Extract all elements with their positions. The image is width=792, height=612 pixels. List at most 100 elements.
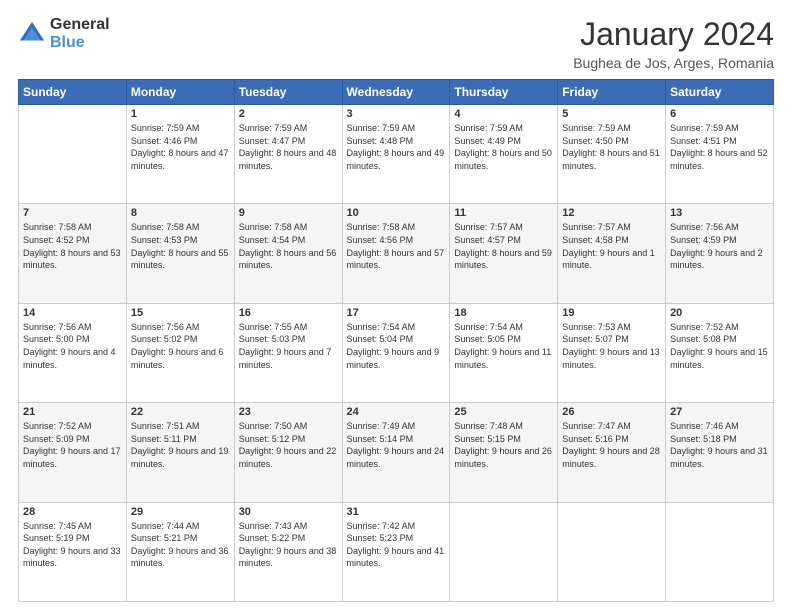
- logo-blue-text: Blue: [50, 34, 110, 52]
- location: Bughea de Jos, Arges, Romania: [573, 55, 774, 71]
- calendar-cell: 21 Sunrise: 7:52 AMSunset: 5:09 PMDayligh…: [19, 403, 127, 502]
- day-number: 2: [239, 108, 338, 120]
- day-number: 15: [131, 307, 230, 319]
- day-info: Sunrise: 7:54 AMSunset: 5:05 PMDaylight:…: [454, 321, 553, 371]
- logo-general-text: General: [50, 16, 110, 34]
- calendar-cell: 31 Sunrise: 7:42 AMSunset: 5:23 PMDayligh…: [342, 502, 450, 601]
- calendar-cell: 22 Sunrise: 7:51 AMSunset: 5:11 PMDayligh…: [126, 403, 234, 502]
- week-row-3: 14Sunrise: 7:56 AMSunset: 5:00 PMDayligh…: [19, 303, 774, 402]
- calendar-cell: 2Sunrise: 7:59 AMSunset: 4:47 PMDaylight…: [234, 105, 342, 204]
- day-info: Sunrise: 7:50 AMSunset: 5:12 PMDaylight:…: [239, 420, 338, 470]
- day-info: Sunrise: 7:54 AMSunset: 5:04 PMDaylight:…: [347, 321, 446, 371]
- day-number: 7: [23, 207, 122, 219]
- day-number: 19: [562, 307, 661, 319]
- day-info: Sunrise: 7:59 AMSunset: 4:51 PMDaylight:…: [670, 122, 769, 172]
- day-number: 3: [347, 108, 446, 120]
- day-number: 13: [670, 207, 769, 219]
- weekday-header-sunday: Sunday: [19, 80, 127, 105]
- week-row-4: 21 Sunrise: 7:52 AMSunset: 5:09 PMDayligh…: [19, 403, 774, 502]
- day-number: 20: [670, 307, 769, 319]
- day-number: 6: [670, 108, 769, 120]
- week-row-2: 7Sunrise: 7:58 AMSunset: 4:52 PMDaylight…: [19, 204, 774, 303]
- day-number: 5: [562, 108, 661, 120]
- day-number: 16: [239, 307, 338, 319]
- calendar-cell: 20Sunrise: 7:52 AMSunset: 5:08 PMDayligh…: [666, 303, 774, 402]
- calendar-cell: 18Sunrise: 7:54 AMSunset: 5:05 PMDayligh…: [450, 303, 558, 402]
- day-number: 26: [562, 406, 661, 418]
- day-info: Sunrise: 7:56 AMSunset: 5:02 PMDaylight:…: [131, 321, 230, 371]
- calendar-cell: 7Sunrise: 7:58 AMSunset: 4:52 PMDaylight…: [19, 204, 127, 303]
- day-number: 27: [670, 406, 769, 418]
- day-number: 31: [347, 506, 446, 518]
- week-row-5: 28 Sunrise: 7:45 AMSunset: 5:19 PMDayligh…: [19, 502, 774, 601]
- calendar-cell: 11 Sunrise: 7:57 AMSunset: 4:57 PMDayligh…: [450, 204, 558, 303]
- calendar-cell: 9 Sunrise: 7:58 AMSunset: 4:54 PMDaylight…: [234, 204, 342, 303]
- header: General Blue January 2024 Bughea de Jos,…: [18, 16, 774, 71]
- day-number: 10: [347, 207, 446, 219]
- day-number: 4: [454, 108, 553, 120]
- month-title: January 2024: [573, 16, 774, 53]
- day-info: Sunrise: 7:59 AMSunset: 4:46 PMDaylight:…: [131, 122, 230, 172]
- calendar-cell: 6 Sunrise: 7:59 AMSunset: 4:51 PMDaylight…: [666, 105, 774, 204]
- weekday-header-monday: Monday: [126, 80, 234, 105]
- calendar-cell: 27 Sunrise: 7:46 AMSunset: 5:18 PMDayligh…: [666, 403, 774, 502]
- weekday-header-thursday: Thursday: [450, 80, 558, 105]
- calendar-cell: 24Sunrise: 7:49 AMSunset: 5:14 PMDayligh…: [342, 403, 450, 502]
- day-number: 30: [239, 506, 338, 518]
- day-number: 1: [131, 108, 230, 120]
- calendar-cell: 17 Sunrise: 7:54 AMSunset: 5:04 PMDayligh…: [342, 303, 450, 402]
- day-number: 12: [562, 207, 661, 219]
- page: General Blue January 2024 Bughea de Jos,…: [0, 0, 792, 612]
- weekday-header-row: SundayMondayTuesdayWednesdayThursdayFrid…: [19, 80, 774, 105]
- day-info: Sunrise: 7:57 AMSunset: 4:58 PMDaylight:…: [562, 221, 661, 271]
- calendar-cell: 12 Sunrise: 7:57 AMSunset: 4:58 PMDayligh…: [558, 204, 666, 303]
- calendar-cell: 29 Sunrise: 7:44 AMSunset: 5:21 PMDayligh…: [126, 502, 234, 601]
- header-right: January 2024 Bughea de Jos, Arges, Roman…: [573, 16, 774, 71]
- calendar-cell: 3Sunrise: 7:59 AMSunset: 4:48 PMDaylight…: [342, 105, 450, 204]
- day-info: Sunrise: 7:59 AMSunset: 4:50 PMDaylight:…: [562, 122, 661, 172]
- day-number: 21: [23, 406, 122, 418]
- day-info: Sunrise: 7:43 AMSunset: 5:22 PMDaylight:…: [239, 520, 338, 570]
- day-number: 24: [347, 406, 446, 418]
- day-number: 28: [23, 506, 122, 518]
- logo-icon: [18, 20, 46, 48]
- calendar-cell: 19 Sunrise: 7:53 AMSunset: 5:07 PMDayligh…: [558, 303, 666, 402]
- day-number: 11: [454, 207, 553, 219]
- calendar-cell: 23Sunrise: 7:50 AMSunset: 5:12 PMDayligh…: [234, 403, 342, 502]
- weekday-header-wednesday: Wednesday: [342, 80, 450, 105]
- day-number: 17: [347, 307, 446, 319]
- calendar-cell: 8 Sunrise: 7:58 AMSunset: 4:53 PMDaylight…: [126, 204, 234, 303]
- calendar-cell: 15 Sunrise: 7:56 AMSunset: 5:02 PMDayligh…: [126, 303, 234, 402]
- calendar-cell: 16 Sunrise: 7:55 AMSunset: 5:03 PMDayligh…: [234, 303, 342, 402]
- calendar-cell: 4Sunrise: 7:59 AMSunset: 4:49 PMDaylight…: [450, 105, 558, 204]
- day-number: 29: [131, 506, 230, 518]
- day-info: Sunrise: 7:46 AMSunset: 5:18 PMDaylight:…: [670, 420, 769, 470]
- day-info: Sunrise: 7:58 AMSunset: 4:53 PMDaylight:…: [131, 221, 230, 271]
- week-row-1: 1 Sunrise: 7:59 AMSunset: 4:46 PMDaylight…: [19, 105, 774, 204]
- calendar-cell: 28 Sunrise: 7:45 AMSunset: 5:19 PMDayligh…: [19, 502, 127, 601]
- calendar-cell: 5 Sunrise: 7:59 AMSunset: 4:50 PMDaylight…: [558, 105, 666, 204]
- day-info: Sunrise: 7:55 AMSunset: 5:03 PMDaylight:…: [239, 321, 338, 371]
- day-info: Sunrise: 7:58 AMSunset: 4:54 PMDaylight:…: [239, 221, 338, 271]
- calendar-cell: [19, 105, 127, 204]
- weekday-header-tuesday: Tuesday: [234, 80, 342, 105]
- day-info: Sunrise: 7:52 AMSunset: 5:09 PMDaylight:…: [23, 420, 122, 470]
- logo: General Blue: [18, 16, 110, 51]
- calendar-cell: [450, 502, 558, 601]
- calendar-table: SundayMondayTuesdayWednesdayThursdayFrid…: [18, 79, 774, 602]
- day-info: Sunrise: 7:44 AMSunset: 5:21 PMDaylight:…: [131, 520, 230, 570]
- day-info: Sunrise: 7:58 AMSunset: 4:56 PMDaylight:…: [347, 221, 446, 271]
- day-info: Sunrise: 7:47 AMSunset: 5:16 PMDaylight:…: [562, 420, 661, 470]
- calendar-cell: 26 Sunrise: 7:47 AMSunset: 5:16 PMDayligh…: [558, 403, 666, 502]
- day-info: Sunrise: 7:42 AMSunset: 5:23 PMDaylight:…: [347, 520, 446, 570]
- day-info: Sunrise: 7:57 AMSunset: 4:57 PMDaylight:…: [454, 221, 553, 271]
- day-info: Sunrise: 7:56 AMSunset: 4:59 PMDaylight:…: [670, 221, 769, 271]
- day-info: Sunrise: 7:45 AMSunset: 5:19 PMDaylight:…: [23, 520, 122, 570]
- day-number: 9: [239, 207, 338, 219]
- day-info: Sunrise: 7:53 AMSunset: 5:07 PMDaylight:…: [562, 321, 661, 371]
- day-number: 14: [23, 307, 122, 319]
- day-number: 8: [131, 207, 230, 219]
- day-info: Sunrise: 7:51 AMSunset: 5:11 PMDaylight:…: [131, 420, 230, 470]
- day-number: 22: [131, 406, 230, 418]
- weekday-header-friday: Friday: [558, 80, 666, 105]
